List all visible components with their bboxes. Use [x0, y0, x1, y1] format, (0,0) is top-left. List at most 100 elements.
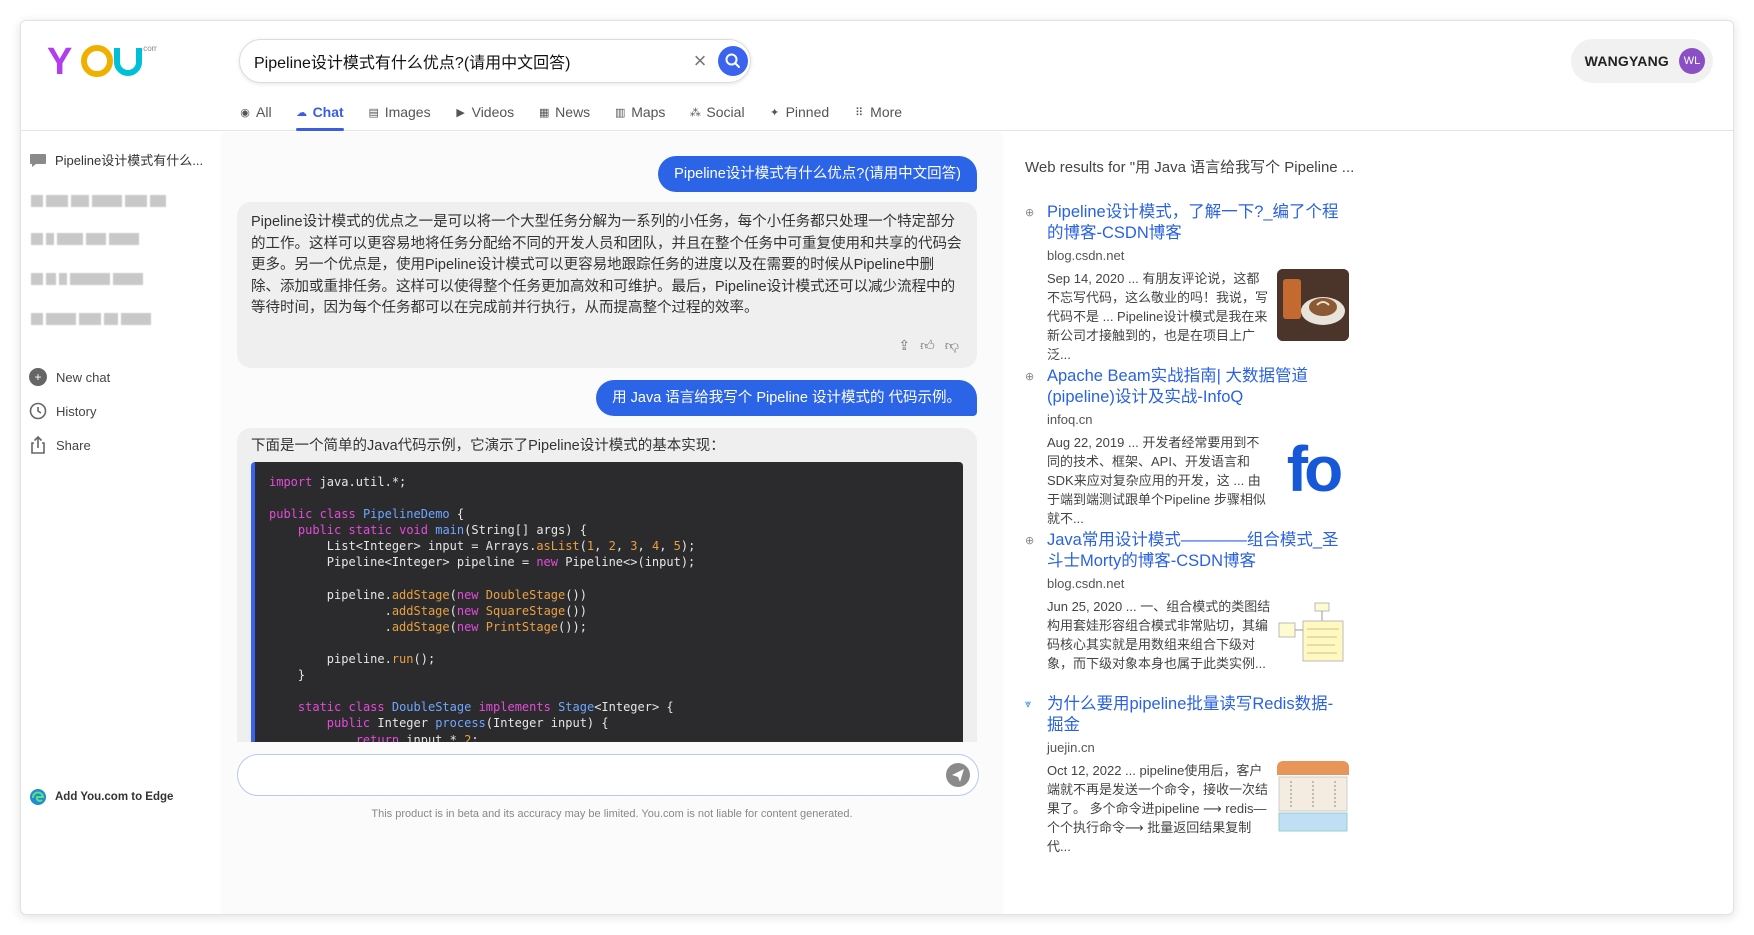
edge-browser-icon: [30, 789, 46, 805]
assistant-message-text: Pipeline设计模式的优点之一是可以将一个大型任务分解为一系列的小任务，每个…: [251, 214, 962, 316]
result-title-link[interactable]: 为什么要用pipeline批量读写Redis数据- 掘金: [1047, 694, 1351, 736]
people-icon: ⁂: [689, 106, 701, 119]
add-to-edge-button[interactable]: Add You.com to Edge: [29, 788, 173, 806]
grid-dots-icon: ⠿: [855, 106, 864, 119]
result-snippet: Aug 22, 2019 ... 开发者经常要用到不同的技术、框架、API、开发…: [1047, 435, 1266, 526]
logo-sub: .com: [141, 44, 157, 53]
web-result: ⊕ Java常用设计模式————组合模式_圣斗士Morty的博客-CSDN博客 …: [1025, 530, 1351, 680]
thumbs-down-icon[interactable]: 👎︎: [945, 337, 959, 354]
globe-icon: ⊕: [1025, 371, 1035, 383]
search-tabs: ◉ All ☁ Chat ▤ Images ▶ Videos ▦ News ▥ Maps ⁂…: [239, 93, 914, 131]
result-snippet: Oct 12, 2022 ... pipeline使用后，客户端就不再是发送一个…: [1047, 763, 1269, 854]
user-message: 用 Java 语言给我写个 Pipeline 设计模式的 代码示例。: [596, 380, 977, 416]
chat-icon: ☁: [296, 106, 308, 119]
chat-messages[interactable]: Pipeline设计模式有什么优点?(请用中文回答) Pipeline设计模式的…: [221, 132, 1003, 742]
globe-icon: ⊕: [1025, 207, 1035, 219]
share-icon[interactable]: ⇪: [898, 337, 910, 354]
tab-pinned[interactable]: ✦ Pinned: [757, 93, 842, 131]
infoq-logo-text: fo: [1286, 433, 1343, 505]
chat-input[interactable]: [254, 755, 934, 793]
result-thumbnail[interactable]: [1277, 761, 1349, 833]
svg-text:Y: Y: [47, 41, 72, 79]
tab-more[interactable]: ⠿ More: [841, 93, 914, 131]
tab-news[interactable]: ▦ News: [526, 93, 602, 131]
tab-chat[interactable]: ☁ Chat: [284, 93, 356, 131]
result-title-link[interactable]: Java常用设计模式————组合模式_圣斗士Morty的博客-CSDN博客: [1047, 530, 1351, 572]
result-title-link[interactable]: Apache Beam实战指南| 大数据管道(pipeline)设计及实战-In…: [1047, 366, 1351, 408]
browser-window: Y .com × WANGYANG WL ◉ All ☁: [20, 20, 1734, 915]
assistant-message: Pipeline设计模式的优点之一是可以将一个大型任务分解为一系列的小任务，每个…: [237, 202, 977, 368]
user-message: Pipeline设计模式有什么优点?(请用中文回答): [658, 156, 977, 192]
result-thumbnail[interactable]: fo: [1277, 433, 1349, 505]
new-chat-button[interactable]: + New chat: [29, 368, 110, 386]
share-label: Share: [56, 437, 91, 453]
history-label: History: [56, 403, 97, 419]
tab-label: All: [256, 104, 272, 120]
tab-label: Social: [706, 104, 745, 120]
result-domain: blog.csdn.net: [1047, 576, 1125, 591]
sidebar-conversation-redacted[interactable]: [31, 312, 181, 326]
chat-composer: [237, 754, 979, 796]
result-thumbnail[interactable]: [1277, 269, 1349, 341]
sidebar-conversation-redacted[interactable]: [31, 272, 181, 286]
share-icon: [31, 436, 45, 454]
plus-icon: +: [29, 368, 47, 386]
web-results-panel: Web results for "用 Java 语言给我写个 Pipeline …: [1003, 132, 1733, 914]
juejin-icon: ⩔: [1025, 698, 1032, 710]
send-button[interactable]: [946, 763, 970, 787]
map-icon: ▥: [614, 106, 626, 119]
user-profile-button[interactable]: WANGYANG WL: [1570, 39, 1713, 83]
beta-disclaimer: This product is in beta and its accuracy…: [371, 808, 853, 820]
tab-maps[interactable]: ▥ Maps: [602, 93, 677, 131]
result-domain: blog.csdn.net: [1047, 248, 1125, 263]
share-button[interactable]: Share: [29, 436, 91, 454]
tab-social[interactable]: ⁂ Social: [677, 93, 756, 131]
assistant-message: 下面是一个简单的Java代码示例，它演示了Pipeline设计模式的基本实现： …: [237, 428, 977, 742]
sidebar-conversation-redacted[interactable]: [31, 194, 181, 208]
web-results-heading: Web results for "用 Java 语言给我写个 Pipeline …: [1025, 159, 1355, 176]
sidebar: Pipeline设计模式有什么... + New chat History Sh…: [21, 132, 221, 914]
tab-videos[interactable]: ▶ Videos: [443, 93, 527, 131]
result-thumbnail[interactable]: [1277, 597, 1349, 669]
clock-icon: [29, 402, 47, 420]
top-header: Y .com × WANGYANG WL ◉ All ☁: [21, 21, 1733, 131]
search-icon: [725, 53, 740, 68]
tab-label: News: [555, 104, 591, 120]
code-block[interactable]: import java.util.*; public class Pipelin…: [251, 462, 963, 742]
pin-icon: ✦: [769, 106, 780, 119]
web-result: ⊕ Apache Beam实战指南| 大数据管道(pipeline)设计及实战-…: [1025, 366, 1351, 526]
result-title-link[interactable]: Pipeline设计模式，了解一下?_编了个程的博客-CSDN博客: [1047, 202, 1351, 244]
tab-label: Images: [384, 104, 431, 120]
new-chat-label: New chat: [56, 369, 111, 385]
images-icon: ▤: [368, 106, 379, 119]
send-icon: [952, 769, 964, 782]
tab-label: More: [870, 104, 903, 120]
chat-bubble-icon: [30, 153, 46, 167]
search-circle-icon: ◉: [240, 106, 250, 119]
avatar: WL: [1679, 48, 1705, 74]
sidebar-conversation-redacted[interactable]: [31, 232, 181, 246]
tab-all[interactable]: ◉ All: [239, 93, 284, 131]
thumbs-up-icon[interactable]: 👍︎: [920, 337, 935, 354]
you-logo[interactable]: Y .com: [47, 39, 159, 83]
news-icon: ▦: [538, 106, 550, 119]
user-name: WANGYANG: [1584, 53, 1669, 69]
message-feedback: ⇪ 👍︎ 👎︎: [898, 337, 959, 354]
search-button[interactable]: [718, 46, 748, 76]
conversation-title: Pipeline设计模式有什么...: [55, 153, 204, 168]
tab-label: Chat: [312, 104, 344, 120]
result-snippet: Sep 14, 2020 ... 有朋友评论说，这都不忘写代码，这么敬业的吗！我…: [1047, 271, 1269, 362]
clear-search-button[interactable]: ×: [688, 49, 712, 73]
web-result: ⊕ Pipeline设计模式，了解一下?_编了个程的博客-CSDN博客 blog…: [1025, 202, 1351, 362]
search-input[interactable]: [254, 40, 674, 82]
tab-label: Videos: [471, 104, 515, 120]
history-button[interactable]: History: [29, 402, 96, 420]
web-result: ⩔ 为什么要用pipeline批量读写Redis数据- 掘金 juejin.cn…: [1025, 694, 1351, 854]
result-domain: juejin.cn: [1047, 740, 1095, 755]
chat-panel: Pipeline设计模式有什么优点?(请用中文回答) Pipeline设计模式的…: [221, 132, 1003, 914]
sidebar-conversation-current[interactable]: Pipeline设计模式有什么...: [29, 150, 214, 169]
tab-label: Maps: [631, 104, 666, 120]
search-bar: ×: [239, 39, 751, 83]
play-icon: ▶: [456, 106, 465, 119]
tab-images[interactable]: ▤ Images: [356, 93, 443, 131]
